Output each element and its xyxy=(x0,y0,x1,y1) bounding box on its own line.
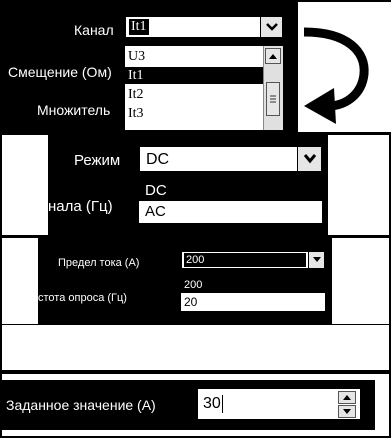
channel-option-it1[interactable]: It1 xyxy=(125,67,263,84)
setpoint-label: Заданное значение (А) xyxy=(6,397,156,413)
poll-rate-label-partial: стота опроса (Гц) xyxy=(38,292,127,304)
mode-dropdown-button[interactable] xyxy=(297,147,321,171)
range-label: Предел тока (А) xyxy=(58,257,140,269)
curved-arrow-icon xyxy=(303,27,369,124)
mode-combobox[interactable]: DC xyxy=(138,145,323,173)
channel-option-it3[interactable]: It3 xyxy=(125,106,263,122)
setpoint-spinbox[interactable]: 30 xyxy=(196,387,362,421)
range-dropdown-list[interactable]: 200 20 xyxy=(180,276,326,312)
range-option-200[interactable]: 200 xyxy=(181,277,325,293)
range-dropdown-button[interactable] xyxy=(308,252,324,268)
mode-selected-value: DC xyxy=(146,151,170,168)
scroll-thumb[interactable] xyxy=(266,82,280,116)
range-selected-value: 200 xyxy=(184,253,306,267)
scroll-up-button[interactable] xyxy=(265,48,281,64)
channel-combobox[interactable]: It1 xyxy=(124,15,284,39)
spin-up-button[interactable] xyxy=(338,391,356,404)
range-option-20[interactable]: 20 xyxy=(181,294,325,310)
channel-list-scrollbar[interactable] xyxy=(263,46,283,130)
mode-option-ac[interactable]: AC xyxy=(139,202,322,222)
range-combobox[interactable]: 200 xyxy=(180,250,326,270)
channel-option-it2[interactable]: It2 xyxy=(125,87,263,103)
chevron-up-icon xyxy=(269,54,277,59)
chevron-down-icon xyxy=(265,23,278,31)
channel-label: Канал xyxy=(74,22,114,38)
mode-label: Режим xyxy=(74,152,121,169)
multiplier-label: Множитель xyxy=(37,102,111,118)
empty-panel xyxy=(0,325,391,372)
channel-option-u3[interactable]: U3 xyxy=(125,49,263,65)
chevron-down-icon xyxy=(303,154,316,164)
mode-dropdown-list[interactable]: DC AC xyxy=(138,180,323,224)
mode-option-dc[interactable]: DC xyxy=(139,181,322,201)
channel-selected-value: It1 xyxy=(129,19,149,35)
spin-down-button[interactable] xyxy=(338,405,356,418)
setpoint-value[interactable]: 30 xyxy=(203,395,223,413)
offset-label: Смещение (Ом) xyxy=(8,64,112,80)
channel-dropdown-button[interactable] xyxy=(260,17,282,37)
grip-icon xyxy=(270,95,276,103)
spin-down-icon xyxy=(343,409,351,414)
chevron-down-icon xyxy=(312,257,321,262)
channel-dropdown-list[interactable]: U3 It1 It2 It3 xyxy=(124,45,284,131)
rate-label-partial: нала (Гц) xyxy=(48,198,113,215)
spin-up-icon xyxy=(343,395,351,400)
